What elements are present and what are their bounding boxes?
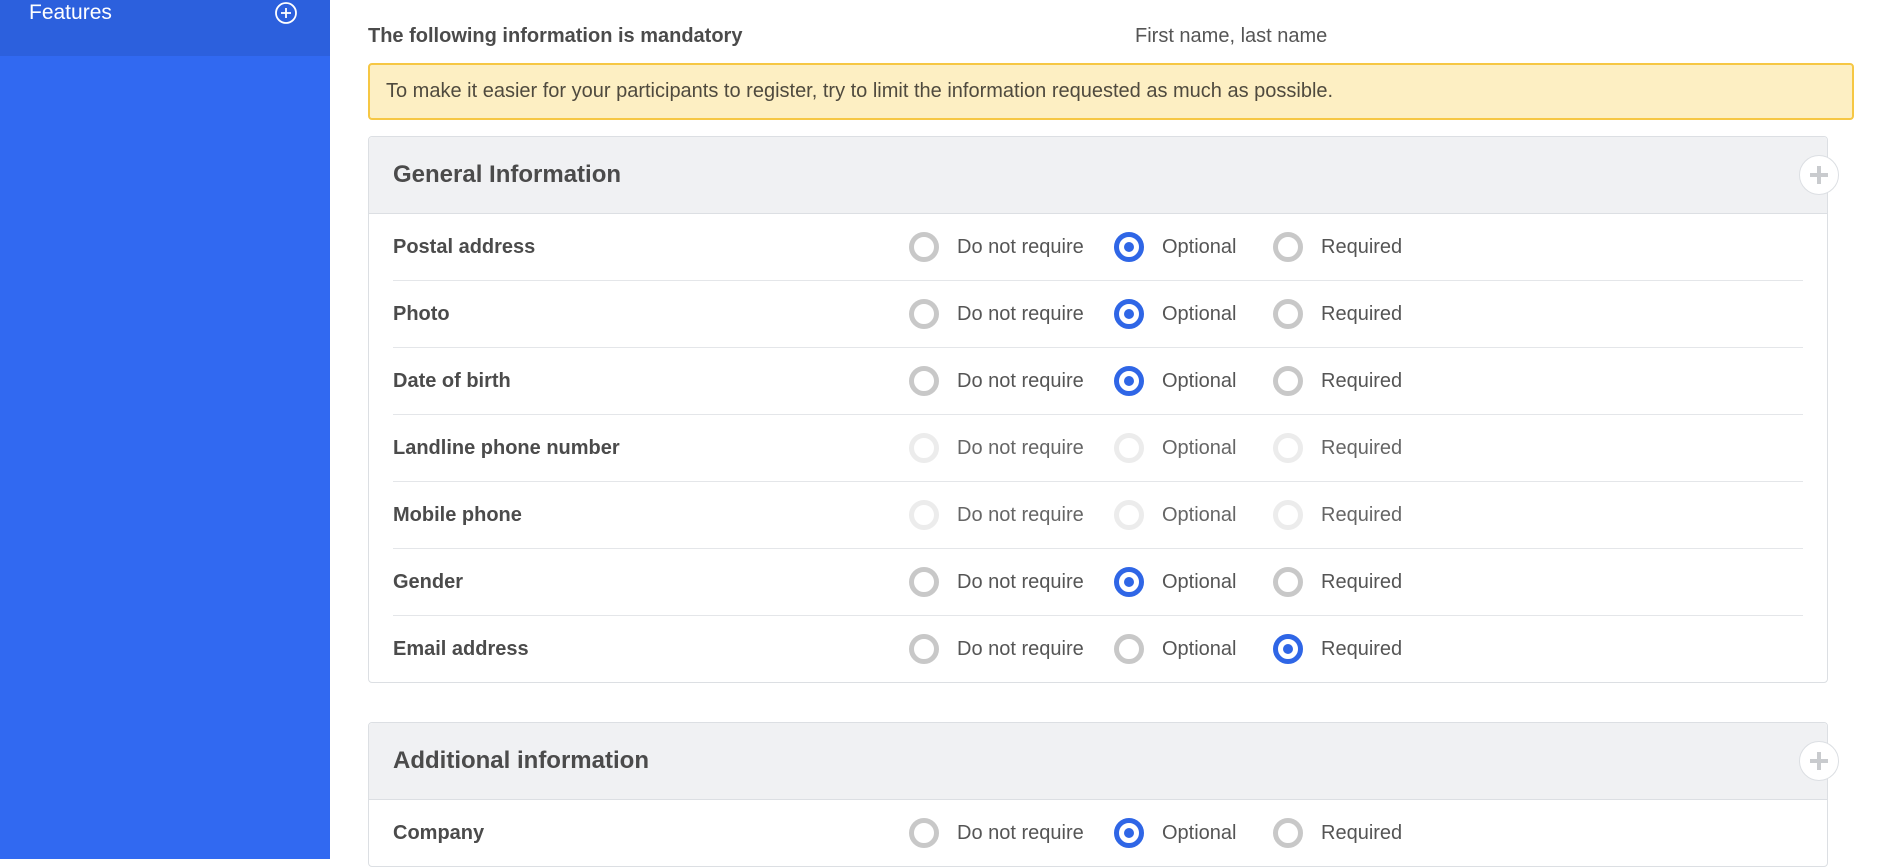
radio-label: Required xyxy=(1321,822,1403,844)
section-panel: Additional information Company Do not requ… xyxy=(368,722,1839,867)
field-row: Mobile phone Do not require Optional Requir… xyxy=(393,482,1803,549)
radio-label: Required xyxy=(1321,370,1403,392)
field-label: Gender xyxy=(393,571,464,593)
radio-label: Optional xyxy=(1162,370,1237,392)
radio-button[interactable] xyxy=(1273,567,1303,597)
radio-label: Do not require xyxy=(957,236,1084,258)
sidebar-item-features[interactable]: Features xyxy=(0,0,330,56)
notice-banner: To make it easier for your participants … xyxy=(368,63,1854,120)
radio-label: Do not require xyxy=(957,504,1084,526)
radio-label: Do not require xyxy=(957,303,1084,325)
radio-button[interactable] xyxy=(909,299,939,329)
section-rows: Company Do not require Optional Required xyxy=(369,800,1827,866)
radio-label: Optional xyxy=(1162,303,1237,325)
section-rows: Postal address Do not require Optional Requ… xyxy=(369,214,1827,682)
radio-label: Optional xyxy=(1162,504,1237,526)
mandatory-info: The following information is mandatory F… xyxy=(368,25,1858,51)
radio-button xyxy=(1114,500,1144,530)
field-label: Photo xyxy=(393,303,450,325)
field-label: Mobile phone xyxy=(393,504,522,526)
radio-label: Do not require xyxy=(957,571,1084,593)
radio-label: Do not require xyxy=(957,638,1084,660)
radio-button xyxy=(909,500,939,530)
radio-button[interactable] xyxy=(909,232,939,262)
radio-label: Optional xyxy=(1162,822,1237,844)
plus-icon[interactable] xyxy=(1799,741,1839,781)
field-label: Postal address xyxy=(393,236,536,258)
field-row: Landline phone number Do not require Optio… xyxy=(393,415,1803,482)
section-title: Additional information xyxy=(393,747,649,774)
radio-label: Optional xyxy=(1162,638,1237,660)
radio-label: Do not require xyxy=(957,437,1084,459)
field-row: Photo Do not require Optional Required xyxy=(393,281,1803,348)
mandatory-value: First name, last name xyxy=(1135,25,1328,47)
radio-label: Required xyxy=(1321,236,1403,258)
radio-label: Optional xyxy=(1162,437,1237,459)
radio-button xyxy=(909,433,939,463)
field-label: Date of birth xyxy=(393,370,511,392)
plus-icon[interactable] xyxy=(1799,155,1839,195)
radio-button[interactable] xyxy=(909,818,939,848)
radio-button[interactable] xyxy=(909,366,939,396)
field-row: Date of birth Do not require Optional Requi… xyxy=(393,348,1803,415)
radio-button[interactable] xyxy=(1273,299,1303,329)
section-header[interactable]: General Information xyxy=(369,137,1839,214)
radio-label: Optional xyxy=(1162,236,1237,258)
radio-button[interactable] xyxy=(1114,567,1144,597)
radio-label: Required xyxy=(1321,437,1403,459)
radio-label: Required xyxy=(1321,303,1403,325)
field-label: Company xyxy=(393,822,485,844)
radio-button[interactable] xyxy=(1114,818,1144,848)
radio-button xyxy=(1273,500,1303,530)
radio-label: Do not require xyxy=(957,370,1084,392)
section-panel: General Information Postal address Do not … xyxy=(368,136,1839,683)
radio-button[interactable] xyxy=(1114,232,1144,262)
radio-button xyxy=(1273,433,1303,463)
field-row: Postal address Do not require Optional Requ… xyxy=(393,214,1803,281)
section-header[interactable]: Additional information xyxy=(369,723,1839,800)
sidebar: Features xyxy=(0,0,330,859)
field-row: Email address Do not require Optional Requi… xyxy=(393,616,1803,682)
radio-label: Optional xyxy=(1162,571,1237,593)
sidebar-item-label: Features xyxy=(29,1,112,24)
radio-button[interactable] xyxy=(1273,366,1303,396)
mandatory-label: The following information is mandatory xyxy=(368,25,743,47)
radio-button[interactable] xyxy=(1114,299,1144,329)
field-label: Email address xyxy=(393,638,529,660)
radio-button[interactable] xyxy=(1273,634,1303,664)
radio-button[interactable] xyxy=(909,634,939,664)
radio-label: Required xyxy=(1321,571,1403,593)
section-title: General Information xyxy=(393,161,622,188)
radio-button[interactable] xyxy=(1273,818,1303,848)
radio-label: Required xyxy=(1321,638,1403,660)
radio-button[interactable] xyxy=(909,567,939,597)
radio-button[interactable] xyxy=(1273,232,1303,262)
radio-button xyxy=(1114,433,1144,463)
radio-button[interactable] xyxy=(1114,634,1144,664)
field-row: Gender Do not require Optional Required xyxy=(393,549,1803,616)
radio-label: Required xyxy=(1321,504,1403,526)
field-row: Company Do not require Optional Required xyxy=(393,800,1803,866)
plus-circle-icon[interactable] xyxy=(274,1,298,25)
field-label: Landline phone number xyxy=(393,437,620,459)
radio-label: Do not require xyxy=(957,822,1084,844)
radio-button[interactable] xyxy=(1114,366,1144,396)
